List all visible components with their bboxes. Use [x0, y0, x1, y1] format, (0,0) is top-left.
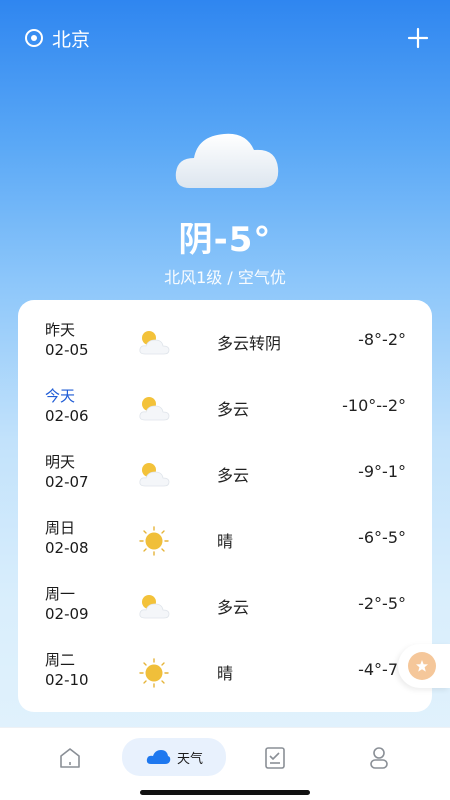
forecast-day-label: 昨天: [45, 321, 76, 339]
location-pin-icon: [24, 28, 44, 48]
forecast-card: 昨天 02-05 多云转阴 -8°-2° 今天 02-06 多云 -10°--2…: [18, 300, 432, 712]
cloud-icon: [172, 126, 282, 196]
forecast-day: 明天 02-07: [45, 452, 89, 492]
forecast-temperature-range: -8°-2°: [358, 330, 406, 349]
partly-cloudy-icon: [135, 324, 173, 362]
forecast-day: 周一 02-09: [45, 584, 89, 624]
forecast-day: 周二 02-10: [45, 650, 89, 690]
current-weather-summary: 阴-5°: [178, 220, 272, 260]
forecast-date: 02-10: [45, 671, 89, 689]
forecast-date: 02-09: [45, 605, 89, 623]
forecast-date: 02-06: [45, 407, 89, 425]
forecast-row[interactable]: 明天 02-07 多云 -9°-1°: [18, 442, 432, 508]
forecast-temperature-range: -9°-1°: [358, 462, 406, 481]
nav-weather-label: 天气: [176, 751, 203, 767]
forecast-day-label: 明天: [45, 453, 76, 471]
current-weather-detail: 北风1级 / 空气优: [164, 268, 286, 287]
forecast-day-label: 周二: [45, 651, 76, 669]
forecast-temperature-range: -10°--2°: [342, 396, 406, 415]
top-bar: 北京: [24, 22, 430, 54]
plus-icon: [407, 27, 429, 49]
forecast-day-label: 周一: [45, 585, 76, 603]
nav-home[interactable]: [54, 742, 86, 774]
forecast-row[interactable]: 周二 02-10 晴 -4°-7°: [18, 640, 432, 706]
location-name: 北京: [52, 28, 91, 51]
add-city-button[interactable]: [406, 26, 430, 50]
forecast-temperature-range: -2°-5°: [358, 594, 406, 613]
forecast-row[interactable]: 昨天 02-05 多云转阴 -8°-2°: [18, 310, 432, 376]
nav-weather[interactable]: 天气: [122, 738, 226, 776]
partly-cloudy-icon: [135, 390, 173, 428]
home-icon: [60, 748, 80, 768]
forecast-temperature-range: -6°-5°: [358, 528, 406, 547]
partly-cloudy-icon: [135, 456, 173, 494]
forecast-date: 02-07: [45, 473, 89, 491]
forecast-condition: 多云: [217, 466, 250, 485]
forecast-condition: 晴: [217, 532, 234, 551]
partly-cloudy-icon: [135, 588, 173, 626]
nav-tasks[interactable]: [260, 742, 290, 774]
forecast-condition: 多云: [217, 400, 250, 419]
forecast-date: 02-08: [45, 539, 89, 557]
sun-icon: [135, 654, 173, 692]
floating-bonus-button[interactable]: [398, 644, 450, 688]
forecast-day: 昨天 02-05: [45, 320, 89, 360]
profile-icon: [370, 747, 388, 769]
forecast-day: 周日 02-08: [45, 518, 89, 558]
forecast-day-label: 今天: [45, 387, 76, 405]
forecast-condition: 晴: [217, 664, 234, 683]
forecast-date: 02-05: [45, 341, 89, 359]
forecast-day-label: 周日: [45, 519, 76, 537]
forecast-condition: 多云转阴: [217, 334, 282, 353]
forecast-row[interactable]: 今天 02-06 多云 -10°--2°: [18, 376, 432, 442]
star-icon: [408, 652, 436, 680]
home-indicator: [140, 790, 310, 795]
checklist-icon: [265, 747, 285, 769]
location-selector[interactable]: 北京: [24, 25, 90, 52]
forecast-condition: 多云: [217, 598, 250, 617]
sun-icon: [135, 522, 173, 560]
forecast-row[interactable]: 周一 02-09 多云 -2°-5°: [18, 574, 432, 640]
forecast-day: 今天 02-06: [45, 386, 89, 426]
nav-profile[interactable]: [364, 742, 394, 774]
forecast-row[interactable]: 周日 02-08 晴 -6°-5°: [18, 508, 432, 574]
weather-icon: [146, 750, 171, 764]
